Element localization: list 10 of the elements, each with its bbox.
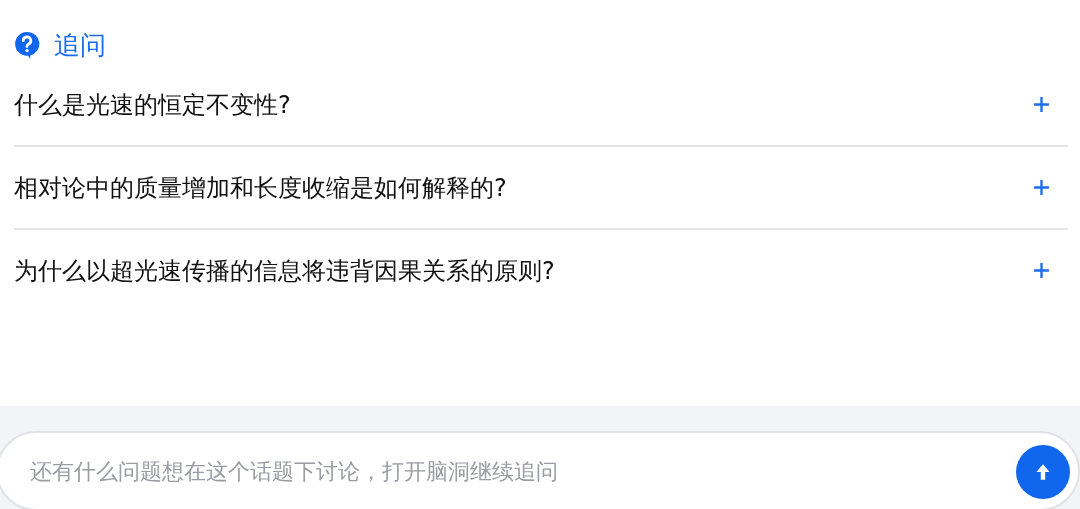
question-icon	[14, 31, 40, 59]
question-item[interactable]: 相对论中的质量增加和长度收缩是如何解释的?	[14, 171, 507, 204]
plus-icon[interactable]	[1033, 96, 1050, 113]
send-button[interactable]	[1016, 445, 1070, 499]
plus-icon[interactable]	[1033, 262, 1050, 279]
question-item[interactable]: 什么是光速的恒定不变性?	[14, 88, 291, 121]
input-bar[interactable]: 还有什么问题想在这个话题下讨论，打开脑洞继续追问	[0, 431, 1080, 509]
question-item[interactable]: 为什么以超光速传播的信息将违背因果关系的原则?	[14, 254, 555, 287]
plus-icon[interactable]	[1033, 179, 1050, 196]
section-title: 追问	[54, 28, 106, 62]
